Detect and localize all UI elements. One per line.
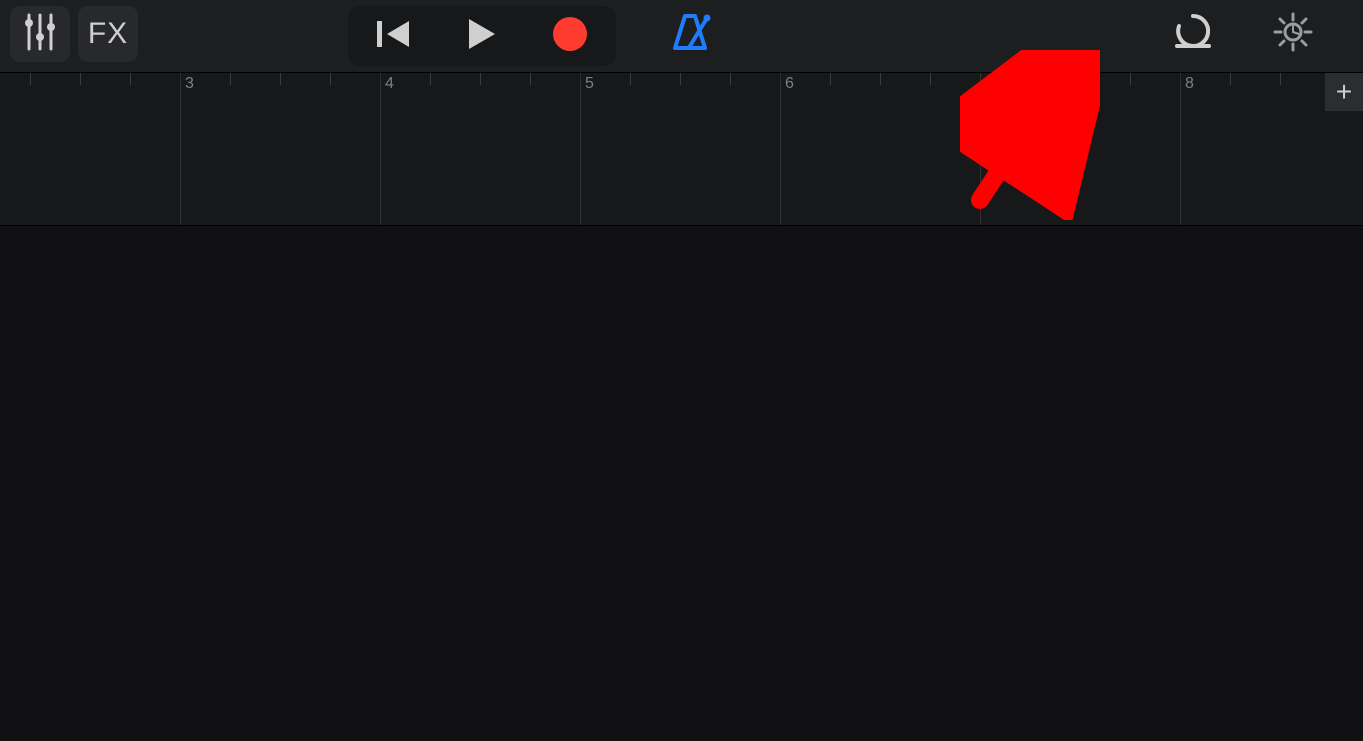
loop-icon bbox=[1171, 12, 1215, 57]
sub-tick bbox=[1130, 73, 1131, 85]
bar-line bbox=[180, 73, 181, 225]
bar-number: 5 bbox=[585, 75, 594, 93]
sub-tick bbox=[830, 73, 831, 85]
record-icon bbox=[552, 16, 588, 57]
bar-number: 4 bbox=[385, 75, 394, 93]
sub-tick bbox=[80, 73, 81, 85]
bar-number: 8 bbox=[1185, 75, 1194, 93]
mixer-button[interactable] bbox=[10, 6, 70, 62]
bar-line bbox=[980, 73, 981, 225]
transport-group bbox=[348, 6, 616, 66]
play-button[interactable] bbox=[438, 8, 526, 64]
sub-tick bbox=[280, 73, 281, 85]
go-to-start-icon bbox=[377, 19, 411, 54]
sub-tick bbox=[930, 73, 931, 85]
arrangement-canvas[interactable] bbox=[0, 226, 1363, 741]
bar-line bbox=[780, 73, 781, 225]
record-button[interactable] bbox=[526, 8, 614, 64]
right-tool-group bbox=[1163, 6, 1323, 62]
metronome-icon bbox=[667, 12, 713, 57]
bar-number: 3 bbox=[185, 75, 194, 93]
sub-tick bbox=[1280, 73, 1281, 85]
bar-number: 6 bbox=[785, 75, 794, 93]
sub-tick bbox=[130, 73, 131, 85]
add-track-button[interactable]: + bbox=[1325, 73, 1363, 111]
sub-tick bbox=[330, 73, 331, 85]
sub-tick bbox=[1030, 73, 1031, 85]
sub-tick bbox=[480, 73, 481, 85]
metronome-button[interactable] bbox=[650, 6, 730, 62]
sub-tick bbox=[230, 73, 231, 85]
play-icon bbox=[467, 17, 497, 56]
sub-tick bbox=[30, 73, 31, 85]
gear-icon bbox=[1273, 12, 1313, 57]
sub-tick bbox=[1080, 73, 1081, 85]
plus-icon: + bbox=[1336, 78, 1352, 106]
top-toolbar: FX bbox=[0, 0, 1363, 73]
sub-tick bbox=[630, 73, 631, 85]
fx-label: FX bbox=[88, 17, 128, 51]
fx-button[interactable]: FX bbox=[78, 6, 138, 62]
sub-tick bbox=[1230, 73, 1231, 85]
sub-tick bbox=[880, 73, 881, 85]
sub-tick bbox=[530, 73, 531, 85]
left-tool-group: FX bbox=[10, 6, 138, 62]
ruler-ticks: 3 4 5 6 7 8 bbox=[0, 73, 1325, 225]
mixer-sliders-icon bbox=[23, 13, 57, 56]
settings-button[interactable] bbox=[1263, 6, 1323, 62]
bar-line bbox=[580, 73, 581, 225]
sub-tick bbox=[730, 73, 731, 85]
bar-line bbox=[1180, 73, 1181, 225]
bar-line bbox=[380, 73, 381, 225]
bar-number: 7 bbox=[985, 75, 994, 93]
go-to-start-button[interactable] bbox=[350, 8, 438, 64]
sub-tick bbox=[430, 73, 431, 85]
sub-tick bbox=[680, 73, 681, 85]
loop-button[interactable] bbox=[1163, 6, 1223, 62]
timeline-ruler[interactable]: 3 4 5 6 7 8 + bbox=[0, 73, 1363, 227]
